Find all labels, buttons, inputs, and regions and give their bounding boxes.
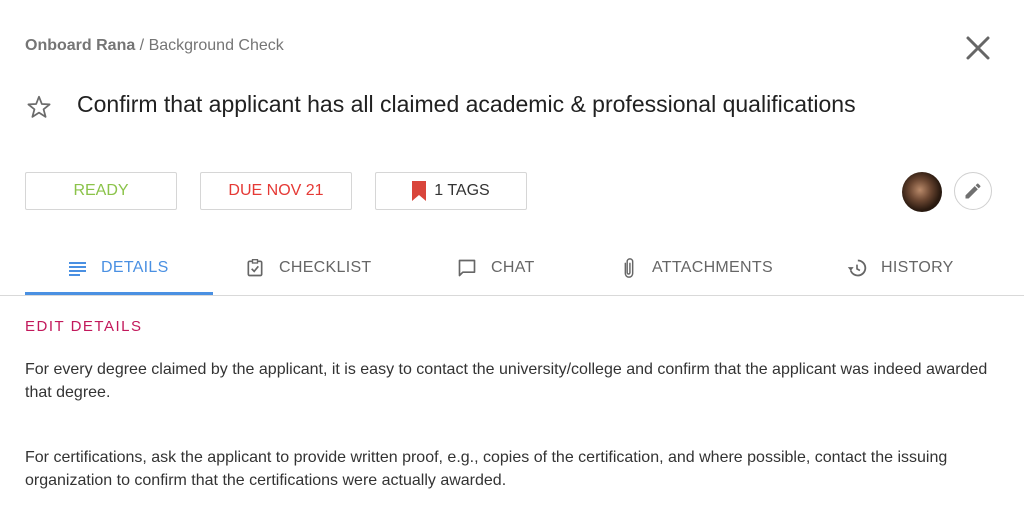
tags-button[interactable]: 1 TAGS [375,172,527,210]
tab-history[interactable]: HISTORY [847,240,954,295]
tab-chat-label: CHAT [491,258,535,276]
tab-chat[interactable]: CHAT [457,240,535,295]
close-button[interactable] [962,32,994,64]
chat-bubble-icon [458,259,476,276]
edit-details-link[interactable]: EDIT DETAILS [25,318,142,335]
task-title: Confirm that applicant has all claimed a… [77,91,856,117]
star-toggle[interactable] [26,94,52,120]
star-icon [27,95,51,118]
breadcrumb: Onboard Rana / Background Check [25,37,284,55]
tab-checklist[interactable]: CHECKLIST [245,240,372,295]
details-lines-icon [69,261,86,276]
tab-attachments-label: ATTACHMENTS [652,258,773,276]
tab-attachments[interactable]: ATTACHMENTS [620,240,773,295]
details-paragraph: For every degree claimed by the applican… [25,361,988,401]
breadcrumb-separator: / [135,37,149,54]
history-icon [847,259,867,276]
status-button[interactable]: READY [25,172,177,210]
active-tab-indicator [25,292,213,295]
paperclip-icon [624,257,634,278]
tab-details[interactable]: DETAILS [69,240,169,295]
edit-button[interactable] [954,172,992,210]
due-date-button[interactable]: DUE NOV 21 [200,172,352,210]
tab-history-label: HISTORY [881,258,954,276]
tags-label: 1 TAGS [434,182,490,199]
clipboard-check-icon [247,258,263,276]
tab-checklist-label: CHECKLIST [279,258,372,276]
pencil-icon [965,183,981,199]
assignee-avatar[interactable] [902,172,942,212]
close-icon [966,36,990,60]
tab-details-label: DETAILS [101,258,169,276]
details-paragraph: For certifications, ask the applicant to… [25,449,948,489]
bookmark-icon [412,181,427,201]
breadcrumb-parent[interactable]: Onboard Rana [25,37,135,54]
tab-bar: DETAILS CHECKLIST CHAT ATTACHMENTS HISTO… [0,240,1024,296]
status-label: READY [73,182,129,199]
breadcrumb-current[interactable]: Background Check [149,37,284,54]
due-date-label: DUE NOV 21 [228,182,324,199]
